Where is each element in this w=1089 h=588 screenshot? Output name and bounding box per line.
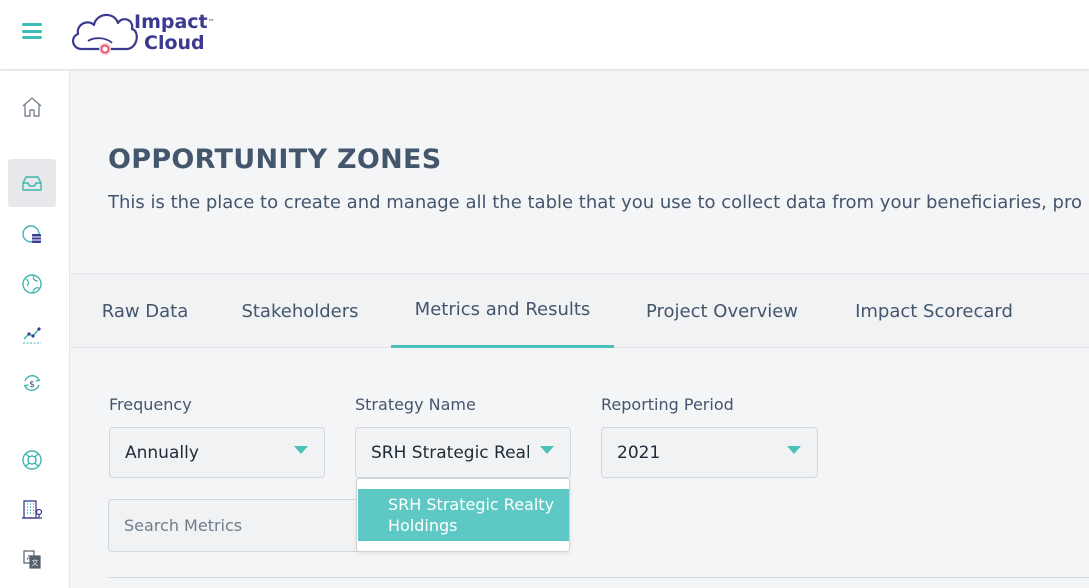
reporting-period-label: Reporting Period (601, 395, 734, 414)
translate-icon: A 文 (23, 550, 41, 569)
search-metrics-input[interactable] (108, 499, 368, 552)
tab-metrics-and-results[interactable]: Metrics and Results (391, 274, 614, 348)
logo-text-cloud: Cloud (144, 32, 205, 54)
frequency-label: Frequency (109, 395, 192, 414)
tab-bar: Raw Data Stakeholders Metrics and Result… (71, 273, 1089, 348)
page-description: This is the place to create and manage a… (108, 192, 1082, 213)
sidebar-item-translate[interactable]: A 文 (8, 535, 56, 583)
hamburger-icon[interactable] (22, 23, 42, 39)
chevron-down-icon (294, 446, 308, 454)
sidebar-item-home[interactable] (8, 83, 56, 131)
top-bar: Impact™ Cloud (0, 0, 1089, 70)
sidebar-item-inbox[interactable] (8, 159, 56, 207)
sidebar-item-trend[interactable] (8, 310, 56, 358)
page-title: OPPORTUNITY ZONES (108, 144, 442, 175)
chevron-down-icon (540, 446, 554, 454)
inbox-icon (22, 176, 42, 191)
strategy-dropdown-menu: SRH Strategic Realty Holdings (356, 478, 570, 552)
home-icon (22, 97, 42, 117)
divider (108, 577, 1089, 578)
reporting-period-value: 2021 (617, 442, 661, 463)
frequency-value: Annually (125, 442, 199, 463)
svg-text:$: $ (29, 380, 35, 390)
logo-text-impact: Impact™ (134, 11, 215, 33)
tab-impact-scorecard[interactable]: Impact Scorecard (839, 274, 1029, 348)
database-chart-icon (22, 225, 41, 243)
strategy-name-value: SRH Strategic Realty Holdings (371, 442, 529, 463)
reporting-period-select[interactable]: 2021 (601, 427, 818, 478)
sidebar-item-database[interactable] (8, 210, 56, 258)
building-icon (22, 500, 43, 519)
dollar-cycle-icon: $ (23, 374, 41, 392)
sidebar: $ A 文 (0, 71, 70, 588)
cloud-logo-icon (72, 13, 138, 55)
logo[interactable]: Impact™ Cloud (68, 7, 218, 59)
strategy-name-select[interactable]: SRH Strategic Realty Holdings (355, 427, 571, 478)
lifebuoy-icon (22, 450, 42, 470)
sidebar-item-dollar[interactable]: $ (8, 359, 56, 407)
sidebar-item-support[interactable] (8, 436, 56, 484)
trend-line-icon (23, 327, 41, 344)
sidebar-item-building[interactable] (8, 485, 56, 533)
sidebar-item-globe[interactable] (8, 260, 56, 308)
frequency-select[interactable]: Annually (109, 427, 325, 478)
svg-text:文: 文 (32, 558, 39, 567)
dropdown-option-srh[interactable]: SRH Strategic Realty Holdings (358, 489, 569, 541)
strategy-name-label: Strategy Name (355, 395, 476, 414)
globe-icon (22, 274, 42, 294)
chevron-down-icon (787, 446, 801, 454)
tab-stakeholders[interactable]: Stakeholders (225, 274, 375, 348)
tab-raw-data[interactable]: Raw Data (87, 274, 203, 348)
tab-project-overview[interactable]: Project Overview (631, 274, 813, 348)
